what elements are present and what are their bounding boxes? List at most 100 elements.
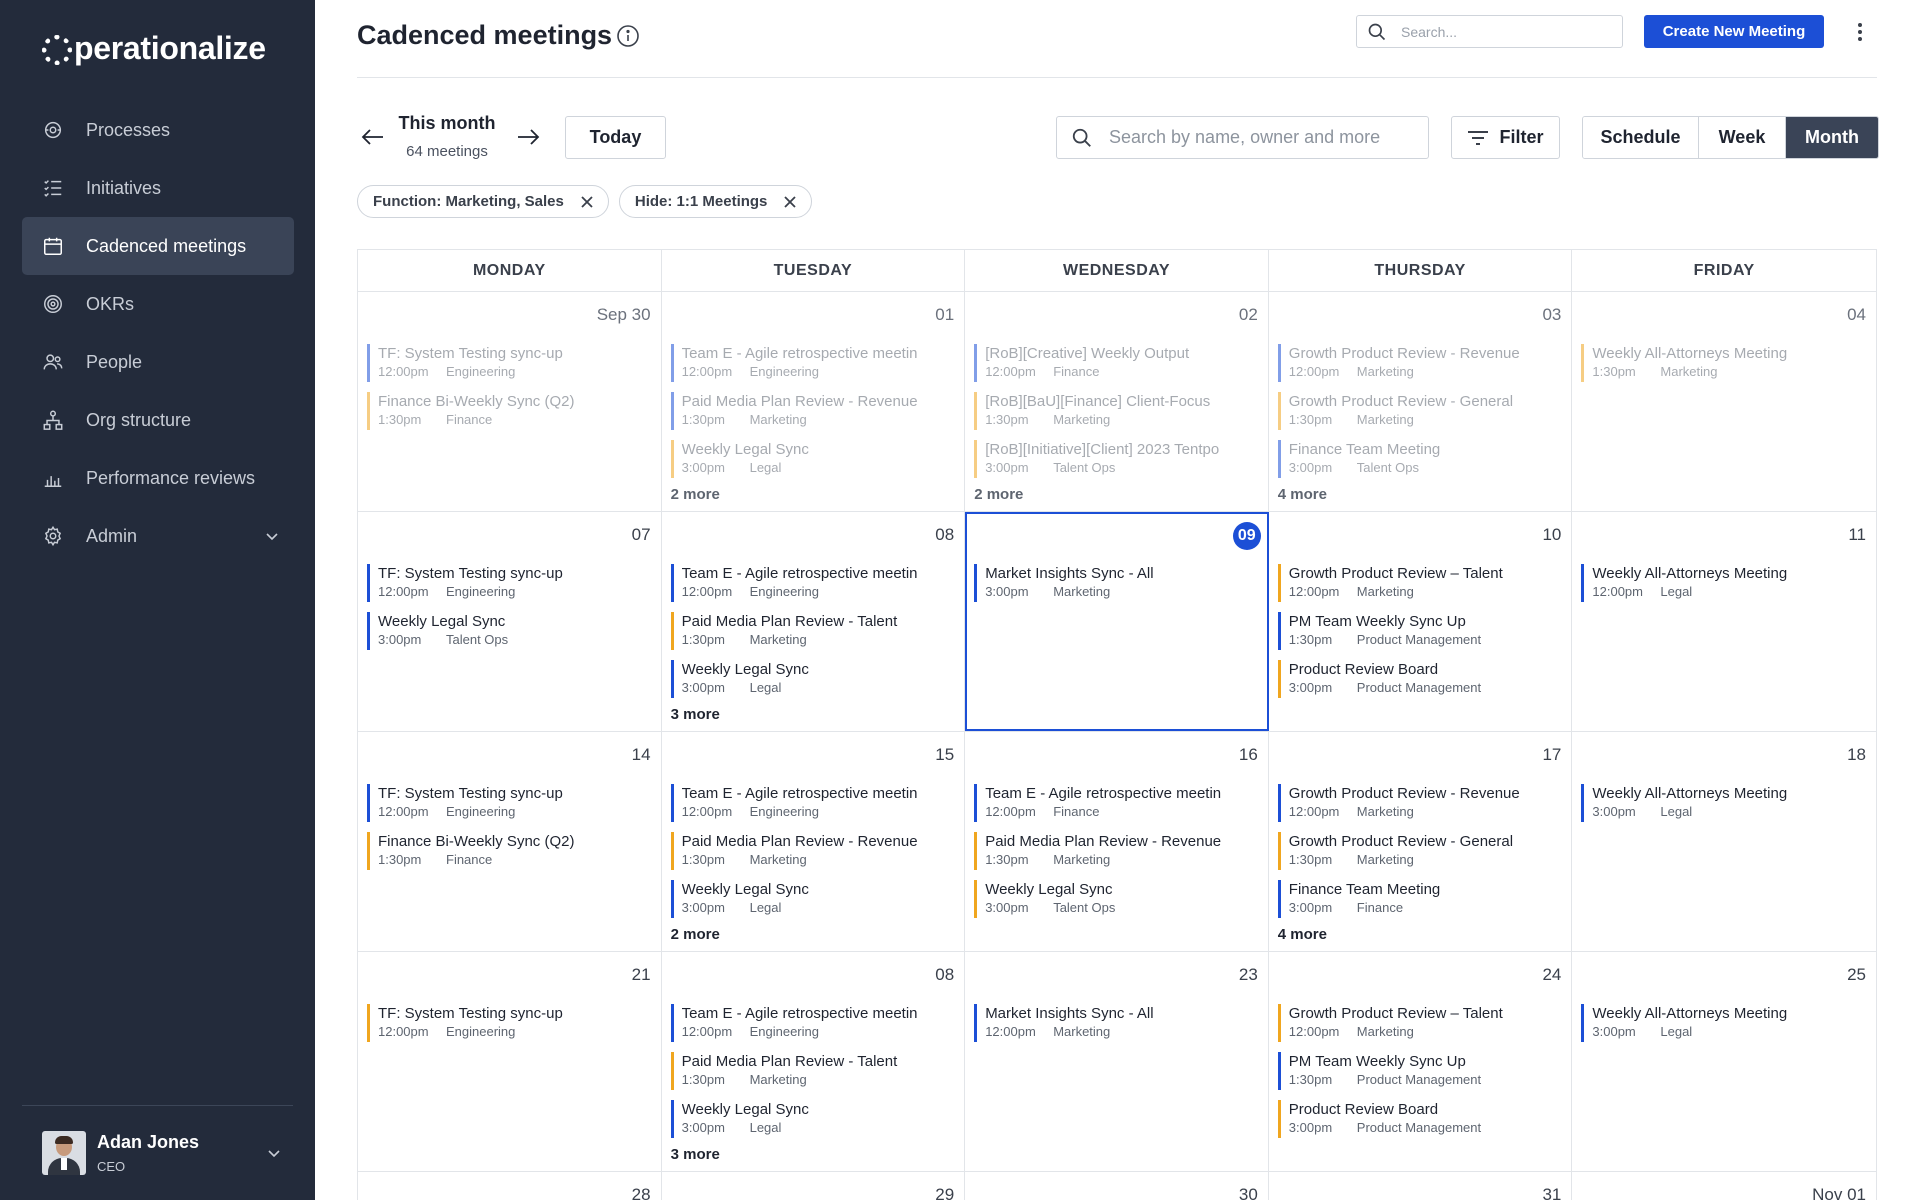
sidebar-item-performance-reviews[interactable]: Performance reviews (22, 449, 294, 507)
calendar-day[interactable]: 23 Market Insights Sync - All 12:00pm Marke… (965, 952, 1269, 1171)
view-week-button[interactable]: Week (1699, 117, 1786, 158)
meeting-event[interactable]: Finance Bi-Weekly Sync (Q2) 1:30pm Finance (367, 392, 653, 430)
calendar-search-input[interactable] (1109, 127, 1409, 148)
calendar-day[interactable]: 29 (662, 1172, 966, 1200)
meeting-event[interactable]: Growth Product Review - General 1:30pm Mar… (1277, 392, 1564, 430)
meeting-event[interactable]: Growth Product Review – Talent 12:00pm Mar… (1277, 564, 1564, 602)
meeting-event[interactable]: Market Insights Sync - All 12:00pm Marketi… (974, 1004, 1260, 1042)
calendar-day[interactable]: 02 [RoB][Creative] Weekly Output 12:00pm Fi… (965, 292, 1269, 511)
calendar-day[interactable]: 01 Team E - Agile retrospective meetin 12:… (662, 292, 966, 511)
more-meetings-link[interactable]: 2 more (671, 926, 957, 943)
meeting-event[interactable]: Product Review Board 3:00pm Product Manage… (1277, 1100, 1564, 1138)
meeting-event[interactable]: TF: System Testing sync-up 12:00pm Enginee… (367, 784, 653, 822)
calendar-search[interactable] (1056, 116, 1429, 159)
calendar-day[interactable]: 25 Weekly All-Attorneys Meeting 3:00pm Lega… (1572, 952, 1876, 1171)
meeting-event[interactable]: Weekly Legal Sync 3:00pm Legal (670, 1100, 957, 1138)
meeting-event[interactable]: PM Team Weekly Sync Up 1:30pm Product Mana… (1277, 1052, 1564, 1090)
arrow-left-icon[interactable] (360, 126, 386, 148)
meeting-event[interactable]: Finance Team Meeting 3:00pm Talent Ops (1277, 440, 1564, 478)
global-search-input[interactable] (1401, 23, 1601, 40)
calendar-day[interactable]: Sep 30 TF: System Testing sync-up 12:00pm E… (358, 292, 662, 511)
meeting-event[interactable]: Weekly All-Attorneys Meeting 1:30pm Market… (1581, 344, 1868, 382)
meeting-event[interactable]: PM Team Weekly Sync Up 1:30pm Product Mana… (1277, 612, 1564, 650)
meeting-event[interactable]: TF: System Testing sync-up 12:00pm Enginee… (367, 344, 653, 382)
calendar-day-today[interactable]: 09 Market Insights Sync - All 3:00pm Market… (965, 512, 1269, 731)
calendar-day[interactable]: 08 Team E - Agile retrospective meetin 12:… (662, 952, 966, 1171)
sidebar-item-initiatives[interactable]: Initiatives (22, 159, 294, 217)
today-button[interactable]: Today (565, 116, 666, 159)
sidebar-item-admin[interactable]: Admin (22, 507, 294, 565)
sidebar-item-cadenced-meetings[interactable]: Cadenced meetings (22, 217, 294, 275)
calendar-day[interactable]: 18 Weekly All-Attorneys Meeting 3:00pm Lega… (1572, 732, 1876, 951)
sidebar-item-people[interactable]: People (22, 333, 294, 391)
meeting-event[interactable]: Weekly Legal Sync 3:00pm Legal (670, 660, 957, 698)
chevron-down-icon[interactable] (264, 528, 280, 544)
create-meeting-button[interactable]: Create New Meeting (1644, 15, 1824, 48)
more-meetings-link[interactable]: 3 more (671, 1146, 957, 1163)
sidebar-item-org-structure[interactable]: Org structure (22, 391, 294, 449)
view-month-button[interactable]: Month (1786, 117, 1878, 158)
meeting-event[interactable]: Weekly All-Attorneys Meeting 3:00pm Legal (1581, 784, 1868, 822)
calendar-day[interactable]: 03 Growth Product Review - Revenue 12:00pm… (1269, 292, 1573, 511)
filter-button[interactable]: Filter (1451, 116, 1560, 159)
more-options-icon[interactable] (1852, 20, 1868, 44)
calendar-day[interactable]: 07 TF: System Testing sync-up 12:00pm Engin… (358, 512, 662, 731)
meeting-event[interactable]: Paid Media Plan Review - Revenue 1:30pm Ma… (974, 832, 1260, 870)
meeting-event[interactable]: Paid Media Plan Review - Revenue 1:30pm Ma… (670, 832, 957, 870)
calendar-day[interactable]: 16 Team E - Agile retrospective meetin 12:… (965, 732, 1269, 951)
more-meetings-link[interactable]: 3 more (671, 706, 957, 723)
calendar-day[interactable]: 17 Growth Product Review - Revenue 12:00pm… (1269, 732, 1573, 951)
sidebar-item-okrs[interactable]: OKRs (22, 275, 294, 333)
calendar-day[interactable]: 14 TF: System Testing sync-up 12:00pm Engin… (358, 732, 662, 951)
meeting-event[interactable]: Weekly Legal Sync 3:00pm Talent Ops (974, 880, 1260, 918)
meeting-event[interactable]: Paid Media Plan Review - Talent 1:30pm Mar… (670, 1052, 957, 1090)
calendar-day[interactable]: 21 TF: System Testing sync-up 12:00pm Engin… (358, 952, 662, 1171)
meeting-event[interactable]: [RoB][Creative] Weekly Output 12:00pm Fina… (974, 344, 1260, 382)
calendar-day[interactable]: 30 (965, 1172, 1269, 1200)
calendar-day[interactable]: 10 Growth Product Review – Talent 12:00pm M… (1269, 512, 1573, 731)
meeting-event[interactable]: Team E - Agile retrospective meetin 12:00… (670, 784, 957, 822)
meeting-event[interactable]: Growth Product Review - Revenue 12:00pm Ma… (1277, 344, 1564, 382)
calendar-day[interactable]: 28 (358, 1172, 662, 1200)
meeting-event[interactable]: Growth Product Review - General 1:30pm Mar… (1277, 832, 1564, 870)
meeting-event[interactable]: Finance Team Meeting 3:00pm Finance (1277, 880, 1564, 918)
meeting-event[interactable]: Team E - Agile retrospective meetin 12:00… (670, 344, 957, 382)
meeting-event[interactable]: Team E - Agile retrospective meetin 12:00… (974, 784, 1260, 822)
calendar-day[interactable]: 08 Team E - Agile retrospective meetin 12:… (662, 512, 966, 731)
meeting-event[interactable]: Paid Media Plan Review - Talent 1:30pm Mar… (670, 612, 957, 650)
meeting-event[interactable]: Weekly Legal Sync 3:00pm Legal (670, 440, 957, 478)
meeting-event[interactable]: Weekly All-Attorneys Meeting 12:00pm Legal (1581, 564, 1868, 602)
meeting-event[interactable]: Paid Media Plan Review - Revenue 1:30pm Ma… (670, 392, 957, 430)
app-logo[interactable]: perationalize (42, 30, 266, 67)
arrow-right-icon[interactable] (515, 126, 541, 148)
meeting-event[interactable]: TF: System Testing sync-up 12:00pm Enginee… (367, 564, 653, 602)
sidebar-item-processes[interactable]: Processes (22, 101, 294, 159)
meeting-event[interactable]: Weekly Legal Sync 3:00pm Talent Ops (367, 612, 653, 650)
close-icon[interactable] (580, 195, 594, 209)
more-meetings-link[interactable]: 4 more (1278, 486, 1564, 503)
meeting-event[interactable]: Team E - Agile retrospective meetin 12:00… (670, 564, 957, 602)
calendar-day[interactable]: 11 Weekly All-Attorneys Meeting 12:00pm Leg… (1572, 512, 1876, 731)
calendar-day[interactable]: 04 Weekly All-Attorneys Meeting 1:30pm Mark… (1572, 292, 1876, 511)
meeting-event[interactable]: Team E - Agile retrospective meetin 12:00… (670, 1004, 957, 1042)
user-profile[interactable]: Adan Jones CEO (42, 1131, 282, 1175)
meeting-event[interactable]: Weekly All-Attorneys Meeting 3:00pm Legal (1581, 1004, 1868, 1042)
info-icon[interactable] (616, 24, 640, 48)
meeting-event[interactable]: Product Review Board 3:00pm Product Manage… (1277, 660, 1564, 698)
calendar-day[interactable]: 15 Team E - Agile retrospective meetin 12:… (662, 732, 966, 951)
meeting-event[interactable]: Growth Product Review – Talent 12:00pm Mar… (1277, 1004, 1564, 1042)
view-schedule-button[interactable]: Schedule (1583, 117, 1699, 158)
chevron-down-icon[interactable] (266, 1145, 282, 1161)
calendar-day[interactable]: 24 Growth Product Review – Talent 12:00pm M… (1269, 952, 1573, 1171)
meeting-event[interactable]: Weekly Legal Sync 3:00pm Legal (670, 880, 957, 918)
close-icon[interactable] (783, 195, 797, 209)
calendar-day[interactable]: 31 (1269, 1172, 1573, 1200)
meeting-event[interactable]: [RoB][BaU][Finance] Client-Focus 1:30pm Ma… (974, 392, 1260, 430)
more-meetings-link[interactable]: 2 more (671, 486, 957, 503)
meeting-event[interactable]: Growth Product Review - Revenue 12:00pm Ma… (1277, 784, 1564, 822)
meeting-event[interactable]: TF: System Testing sync-up 12:00pm Enginee… (367, 1004, 653, 1042)
more-meetings-link[interactable]: 2 more (974, 486, 1260, 503)
meeting-event[interactable]: Market Insights Sync - All 3:00pm Marketin… (974, 564, 1260, 602)
meeting-event[interactable]: [RoB][Initiative][Client] 2023 Tentpo 3:0… (974, 440, 1260, 478)
calendar-day[interactable]: Nov 01 (1572, 1172, 1876, 1200)
